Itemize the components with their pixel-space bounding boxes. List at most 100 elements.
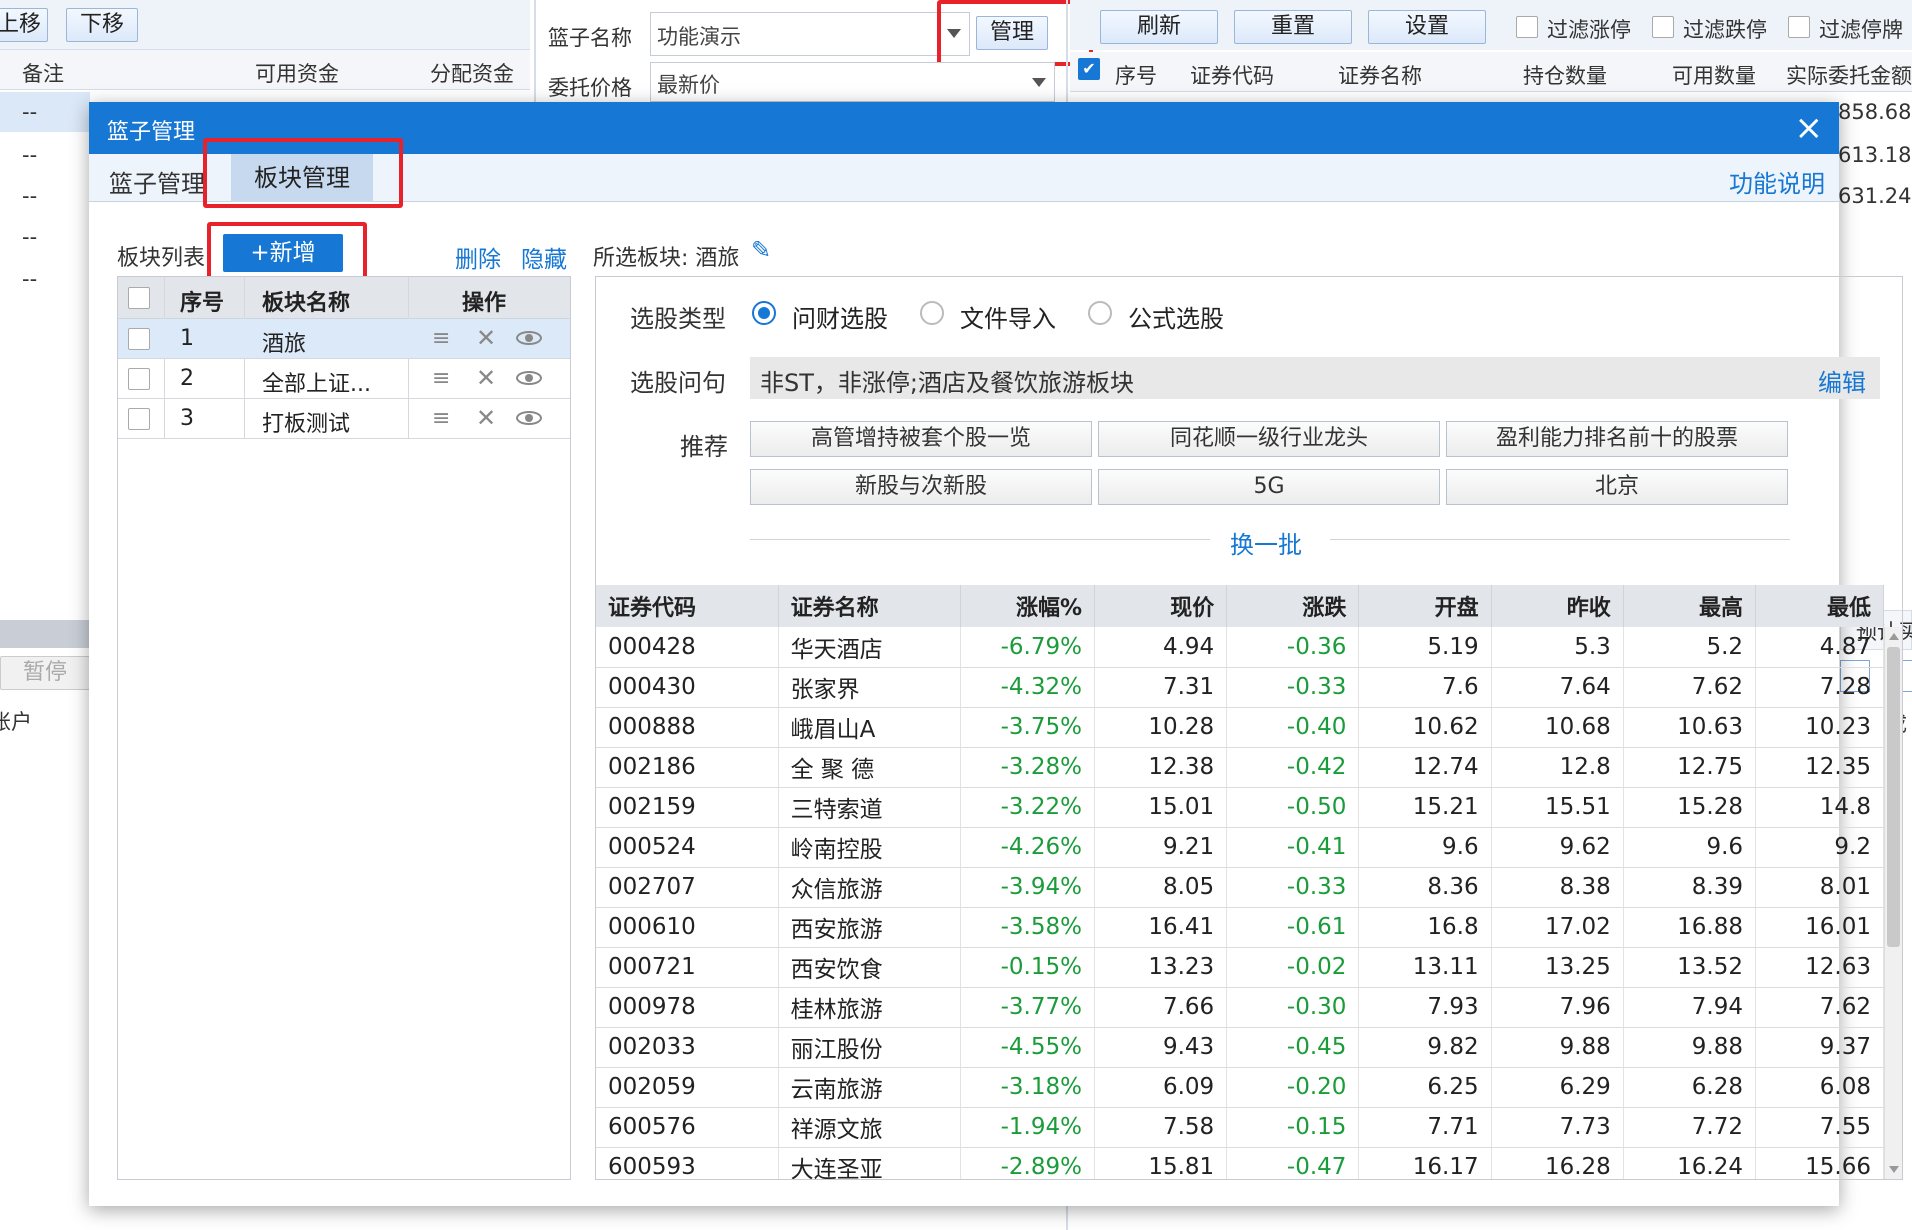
table-cell: 12.35 — [1755, 747, 1884, 788]
account-tab[interactable]: 账户 — [0, 706, 32, 736]
remove-icon[interactable]: ✕ — [476, 364, 496, 392]
hide-link[interactable]: 隐藏 — [521, 240, 567, 274]
dropdown-arrow-icon[interactable] — [947, 29, 961, 38]
radio-unselected[interactable] — [1088, 301, 1112, 325]
table-row[interactable]: 000524 岭南控股 -4.26% 9.21 -0.41 9.6 9.62 9.6 9.2 — [596, 827, 1884, 868]
table-row[interactable]: 000978 桂林旅游 -3.77% 7.66 -0.30 7.93 7.96 7.94 7.6… — [596, 987, 1884, 1028]
recommend-button[interactable]: 高管增持被套个股一览 — [750, 421, 1092, 457]
col-header[interactable]: 开盘 — [1358, 585, 1492, 627]
recommend-button[interactable]: 盈利能力排名前十的股票 — [1446, 421, 1788, 457]
dialog-title-bar[interactable]: 篮子管理 × — [89, 102, 1839, 154]
table-cell: -3.58% — [960, 907, 1096, 948]
table-row[interactable]: 000721 西安饮食 -0.15% 13.23 -0.02 13.11 13.25 13.5… — [596, 947, 1884, 988]
col-header[interactable]: 证券代码 — [596, 585, 779, 627]
help-link[interactable]: 功能说明 — [1729, 164, 1825, 199]
remove-icon[interactable]: ✕ — [476, 324, 496, 352]
dropdown-arrow-icon[interactable] — [1032, 78, 1046, 87]
table-row[interactable]: 000428 华天酒店 -6.79% 4.94 -0.36 5.19 5.3 5.2 4.87 — [596, 627, 1884, 668]
settings-button[interactable]: 设置 — [1368, 10, 1486, 44]
header-action: 操作 — [462, 291, 507, 316]
recommend-button[interactable]: 北京 — [1446, 469, 1788, 505]
sector-name: 打板测试 — [262, 412, 351, 437]
table-cell: 7.94 — [1623, 987, 1757, 1028]
table-row[interactable]: 002159 三特索道 -3.22% 15.01 -0.50 15.21 15.51 15.2… — [596, 787, 1884, 828]
col-header[interactable]: 涨幅% — [960, 585, 1096, 627]
list-item[interactable]: 3 打板测试 ≡ ✕ — [118, 399, 570, 439]
recommend-button[interactable]: 新股与次新股 — [750, 469, 1092, 505]
table-cell: 8.05 — [1094, 867, 1228, 908]
edit-query-link[interactable]: 编辑 — [1818, 363, 1866, 398]
col-header[interactable]: 最高 — [1623, 585, 1757, 627]
table-row[interactable]: 600576 祥源文旅 -1.94% 7.58 -0.15 7.71 7.73 7.72 7.5… — [596, 1107, 1884, 1148]
recommend-button[interactable]: 5G — [1098, 469, 1440, 505]
table-row[interactable]: 002707 众信旅游 -3.94% 8.05 -0.33 8.36 8.38 8.39 8.0… — [596, 867, 1884, 908]
scroll-down-icon[interactable] — [1889, 1166, 1899, 1173]
select-type-wencai[interactable]: 问财选股 — [792, 299, 888, 334]
drag-handle-icon[interactable]: ≡ — [432, 406, 450, 431]
filter-limit-down-checkbox[interactable] — [1652, 16, 1674, 38]
row-checkbox[interactable] — [128, 408, 150, 430]
list-item[interactable]: 2 全部上证... ≡ ✕ — [118, 359, 570, 399]
col-header[interactable]: 最低 — [1755, 585, 1884, 627]
eye-icon[interactable] — [516, 371, 542, 385]
table-cell: 9.62 — [1491, 827, 1624, 868]
add-sector-button[interactable]: +新增 — [223, 234, 343, 272]
move-up-button[interactable]: 上移 — [0, 8, 48, 42]
select-all-checkbox[interactable] — [128, 287, 150, 309]
table-row[interactable]: 002186 全 聚 德 -3.28% 12.38 -0.42 12.74 12.8 12.7… — [596, 747, 1884, 788]
drag-handle-icon[interactable]: ≡ — [432, 366, 450, 391]
scrollbar[interactable] — [1884, 627, 1902, 1179]
scrollbar-thumb[interactable] — [1887, 647, 1900, 947]
refresh-button[interactable]: 刷新 — [1100, 10, 1218, 44]
remove-icon[interactable]: ✕ — [476, 404, 496, 432]
table-cell: -4.32% — [960, 667, 1096, 708]
table-cell: 6.29 — [1491, 1067, 1624, 1108]
table-cell: 6.28 — [1623, 1067, 1757, 1108]
filter-limit-up-checkbox[interactable] — [1516, 16, 1538, 38]
eye-icon[interactable] — [516, 411, 542, 425]
col-header[interactable]: 昨收 — [1491, 585, 1624, 627]
entrust-price-select[interactable]: 最新价 — [650, 62, 1055, 102]
select-type-file-import[interactable]: 文件导入 — [960, 299, 1056, 334]
refresh-batch-link[interactable]: 换一批 — [1230, 525, 1302, 560]
col-header[interactable]: 现价 — [1094, 585, 1228, 627]
list-item[interactable]: 1 酒旅 ≡ ✕ — [118, 319, 570, 359]
table-row[interactable]: 002033 丽江股份 -4.55% 9.43 -0.45 9.82 9.88 9.88 9.3… — [596, 1027, 1884, 1068]
header-available-qty: 可用数量 — [1672, 64, 1756, 88]
row-checkbox[interactable] — [128, 328, 150, 350]
table-cell: 8.01 — [1755, 867, 1884, 908]
close-icon[interactable]: × — [1795, 108, 1824, 148]
query-box[interactable]: 非ST，非涨停;酒店及餐饮旅游板块 编辑 — [750, 357, 1880, 399]
select-all-checkbox[interactable]: ✔ — [1078, 58, 1100, 80]
row-checkbox[interactable] — [128, 368, 150, 390]
pause-button[interactable]: 暂停 — [0, 656, 90, 690]
eye-icon[interactable] — [516, 331, 542, 345]
table-cell: -2.89% — [960, 1147, 1096, 1179]
table-cell: 12.74 — [1358, 747, 1492, 788]
table-row[interactable]: 000430 张家界 -4.32% 7.31 -0.33 7.6 7.64 7.62 7.28 — [596, 667, 1884, 708]
delete-link[interactable]: 删除 — [455, 240, 501, 274]
col-header[interactable]: 涨跌 — [1226, 585, 1360, 627]
tab-sector-manage[interactable]: 板块管理 — [231, 154, 373, 202]
recommend-button[interactable]: 同花顺一级行业龙头 — [1098, 421, 1440, 457]
edit-pencil-icon[interactable]: ✎ — [751, 236, 771, 264]
table-cell: 西安旅游 — [778, 907, 961, 948]
table-row[interactable]: 000888 峨眉山A -3.75% 10.28 -0.40 10.62 10.68 10.6… — [596, 707, 1884, 748]
table-cell: 众信旅游 — [778, 867, 961, 908]
table-row[interactable]: 002059 云南旅游 -3.18% 6.09 -0.20 6.25 6.29 6.28 6.0… — [596, 1067, 1884, 1108]
table-row[interactable]: 600593 大连圣亚 -2.89% 15.81 -0.47 16.17 16.28 16.2… — [596, 1147, 1884, 1179]
tab-basket-manage[interactable]: 篮子管理 — [109, 164, 205, 199]
table-row[interactable]: 000610 西安旅游 -3.58% 16.41 -0.61 16.8 17.02 16.88… — [596, 907, 1884, 948]
radio-selected[interactable] — [752, 301, 776, 325]
reset-button[interactable]: 重置 — [1234, 10, 1352, 44]
col-header[interactable]: 证券名称 — [778, 585, 961, 627]
table-cell: 7.62 — [1623, 667, 1757, 708]
scroll-up-icon[interactable] — [1889, 633, 1899, 640]
radio-unselected[interactable] — [920, 301, 944, 325]
select-type-formula[interactable]: 公式选股 — [1128, 299, 1224, 334]
move-down-button[interactable]: 下移 — [66, 8, 138, 42]
drag-handle-icon[interactable]: ≡ — [432, 326, 450, 351]
basket-name-select[interactable]: 功能演示 — [650, 12, 970, 56]
filter-suspended-checkbox[interactable] — [1788, 16, 1810, 38]
manage-button[interactable]: 管理 — [976, 16, 1048, 50]
